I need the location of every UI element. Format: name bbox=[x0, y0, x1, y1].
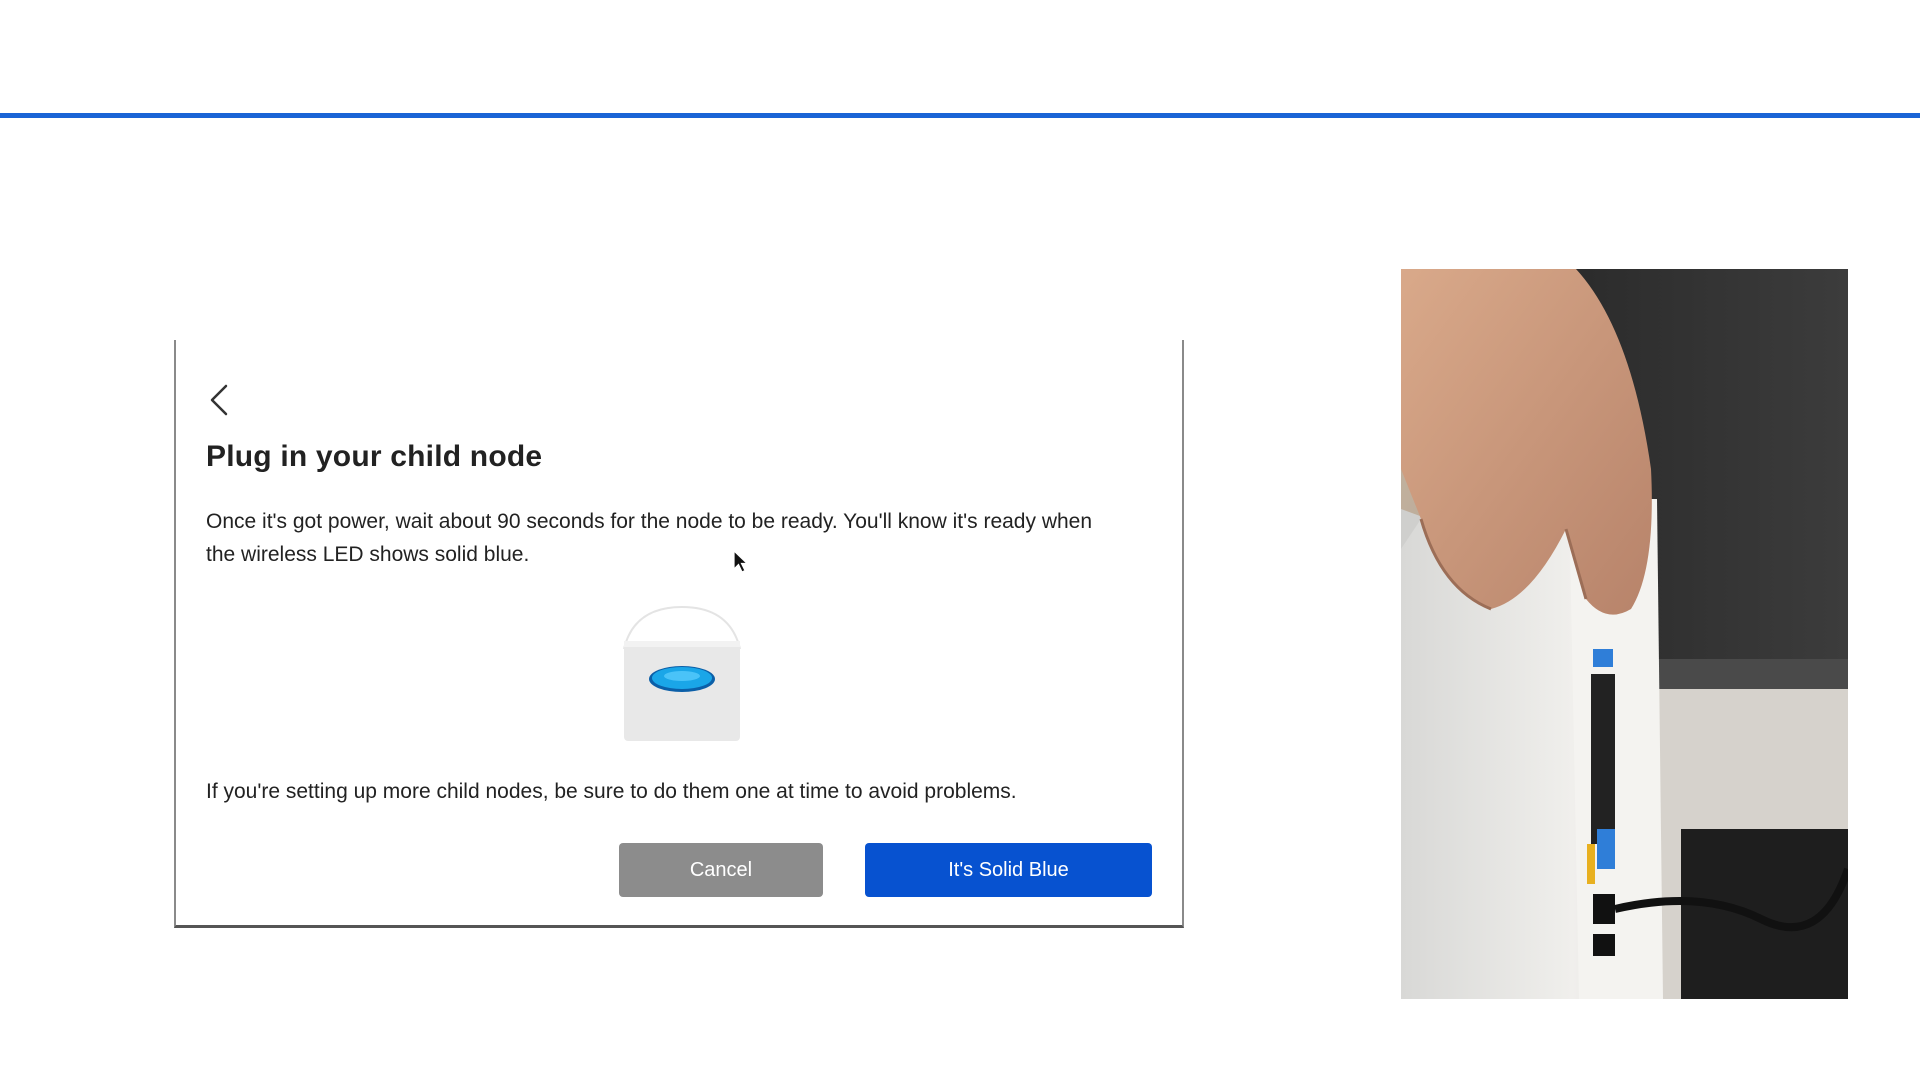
chevron-left-icon bbox=[210, 384, 228, 416]
mouse-cursor-icon bbox=[733, 549, 749, 574]
dialog-instructions: Once it's got power, wait about 90 secon… bbox=[206, 510, 1093, 566]
top-divider bbox=[0, 113, 1920, 118]
node-led-icon bbox=[623, 605, 741, 741]
dialog-note: If you're setting up more child nodes, b… bbox=[206, 780, 1017, 803]
cancel-button[interactable]: Cancel bbox=[619, 843, 823, 897]
router-photo-image bbox=[1401, 269, 1848, 999]
router-photo bbox=[1401, 269, 1848, 999]
node-illustration bbox=[612, 605, 752, 745]
its-solid-blue-button[interactable]: It's Solid Blue bbox=[865, 843, 1152, 897]
setup-dialog: Plug in your child node Once it's got po… bbox=[174, 340, 1184, 928]
dialog-title: Plug in your child node bbox=[206, 440, 543, 473]
screen: Plug in your child node Once it's got po… bbox=[0, 0, 1920, 1080]
back-button[interactable] bbox=[206, 382, 234, 418]
